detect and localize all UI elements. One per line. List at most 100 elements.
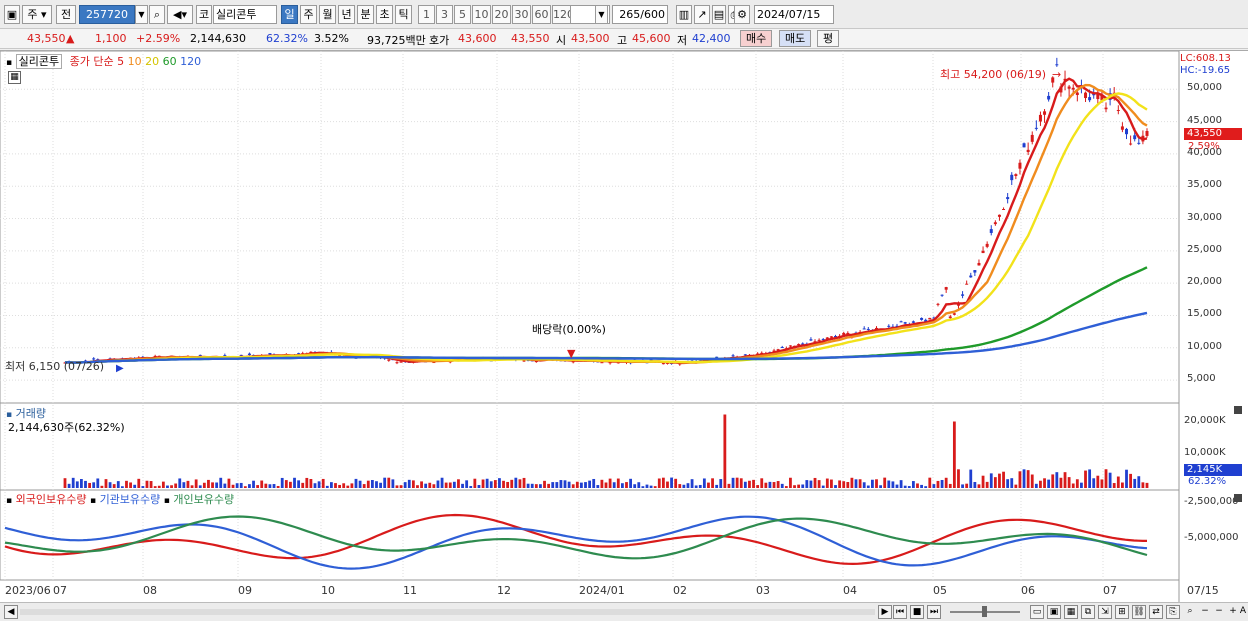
chart-area[interactable]: → ▼ ▶ ▪ 실리콘투 종가 단순 5 10 20 60 120 ▦ LC:608…	[0, 50, 1248, 603]
date-label-10: 04	[843, 584, 857, 597]
volume-bar	[1010, 478, 1014, 488]
candle-body	[989, 229, 993, 233]
zoom-reset-icon[interactable]: −	[1212, 605, 1226, 619]
view-overlay-icon[interactable]: ⊞	[1115, 605, 1129, 619]
volume-bar	[1096, 475, 1100, 488]
price-tick-6: 20,000	[1187, 276, 1222, 288]
volume-bar	[100, 485, 104, 488]
code-dropdown-icon[interactable]: ▼	[135, 5, 148, 24]
holding-close-icon[interactable]	[1234, 494, 1242, 502]
interval-tab-3[interactable]: 10	[472, 5, 491, 24]
volume-bar	[756, 485, 760, 488]
view-sync-icon[interactable]: ⇄	[1149, 605, 1163, 619]
period-tab-6[interactable]: 틱	[395, 5, 412, 24]
view-scale-icon[interactable]: ⇲	[1098, 605, 1112, 619]
interval-tab-4[interactable]: 20	[492, 5, 511, 24]
volume-bar	[977, 484, 981, 488]
save-icon[interactable]: ▤	[712, 5, 726, 24]
interval-tab-0[interactable]: 1	[418, 5, 435, 24]
stock-code-input[interactable]: 257720	[79, 5, 135, 24]
date-label-3: 09	[238, 584, 252, 597]
period-tab-4[interactable]: 분	[357, 5, 374, 24]
view-compare-icon[interactable]: ⧉	[1081, 605, 1095, 619]
volume-bar	[407, 479, 411, 488]
zoom-search-icon[interactable]: ⌕	[1183, 605, 1197, 619]
stock-name-tag[interactable]: 실리콘투	[15, 54, 63, 69]
volume-bar	[961, 484, 964, 488]
stop-icon[interactable]: ■	[910, 605, 924, 619]
scroll-left-icon[interactable]: ◀	[4, 605, 18, 619]
interval-tab-1[interactable]: 3	[436, 5, 453, 24]
view-link-icon[interactable]: ⛓	[1132, 605, 1146, 619]
settings-icon[interactable]: ⚙	[734, 5, 750, 24]
evaluate-button[interactable]: 평	[817, 30, 840, 47]
scroll-track[interactable]	[20, 609, 875, 615]
volume-close-icon[interactable]	[1234, 406, 1242, 414]
volume-bar	[108, 482, 112, 488]
search-icon[interactable]: ⌕	[149, 5, 165, 24]
prev-button[interactable]: 전	[56, 5, 76, 24]
volume-bar	[1071, 483, 1075, 488]
candle-body	[1043, 111, 1047, 115]
volume-value-label: 2,144,630주(62.32%)	[8, 421, 125, 434]
buy-button[interactable]: 매수	[740, 30, 773, 47]
forward-icon[interactable]: ⏭	[927, 605, 941, 619]
volume-bar	[957, 469, 960, 488]
volume-bar	[604, 482, 608, 488]
interval-tab-6[interactable]: 60	[532, 5, 551, 24]
high-price: 45,600	[632, 32, 671, 45]
count-field[interactable]: 265/600	[612, 5, 668, 24]
layout-icon[interactable]: ▣	[4, 5, 20, 24]
market-select[interactable]: 주 ▾	[22, 5, 52, 24]
period-tab-5[interactable]: 초	[376, 5, 393, 24]
volume-bar	[313, 483, 317, 488]
view-split-icon[interactable]: ▭	[1030, 605, 1044, 619]
interval-tab-2[interactable]: 5	[454, 5, 471, 24]
volume-bar	[112, 484, 116, 488]
candle-body	[788, 345, 792, 347]
candle-body	[981, 250, 985, 254]
speaker-icon[interactable]: ◀▾	[167, 5, 193, 24]
zoom-out-icon[interactable]: −	[1198, 605, 1212, 619]
sell-button[interactable]: 매도	[779, 30, 812, 47]
line-tool-icon[interactable]: ↗	[694, 5, 710, 24]
volume-bar	[350, 483, 354, 488]
price-panel-header: ▪ 실리콘투 종가 단순 5 10 20 60 120	[6, 53, 201, 69]
interval-dropdown-icon[interactable]: ▼	[595, 5, 608, 24]
chart-canvas[interactable]: → ▼ ▶	[0, 51, 1248, 603]
rewind-icon[interactable]: ⏮	[893, 605, 907, 619]
stock-name-field[interactable]: 실리콘투	[213, 5, 277, 24]
volume-bar	[846, 482, 850, 488]
volume-bar	[731, 477, 735, 488]
view-export-icon[interactable]: ⎘	[1166, 605, 1180, 619]
volume-bar	[284, 480, 288, 488]
candle-icon[interactable]: ▥	[676, 5, 692, 24]
candle-body	[829, 336, 833, 338]
view-multi-icon[interactable]: ▣	[1047, 605, 1061, 619]
volume-bar	[723, 414, 727, 488]
period-tab-3[interactable]: 년	[338, 5, 355, 24]
volume-bar	[489, 481, 493, 488]
period-tab-2[interactable]: 월	[319, 5, 336, 24]
view-grid-icon[interactable]: ▦	[1064, 605, 1078, 619]
candle-body	[1125, 128, 1129, 135]
interval-tab-5[interactable]: 30	[512, 5, 531, 24]
volume-bar	[551, 482, 555, 488]
period-tab-0[interactable]: 일	[281, 5, 298, 24]
auto-scale-icon[interactable]: A	[1238, 605, 1248, 619]
table-view-icon[interactable]: ▦	[8, 71, 21, 84]
volume-bar	[657, 478, 661, 488]
date-field[interactable]: 2024/07/15	[754, 5, 834, 24]
type-label[interactable]: 코	[196, 5, 212, 24]
bid-price: 43,550	[511, 32, 550, 45]
volume-tag: 2,145K	[1184, 464, 1242, 476]
zoom-handle[interactable]	[982, 606, 987, 617]
volume-bar	[178, 478, 182, 488]
scroll-right-icon[interactable]: ▶	[878, 605, 892, 619]
period-tab-1[interactable]: 주	[300, 5, 317, 24]
volume-bar	[739, 478, 743, 488]
volume-bar	[948, 483, 952, 488]
volume-bar	[760, 478, 764, 488]
volume-bar	[871, 479, 874, 488]
up-arrow-icon: ▲	[66, 32, 75, 45]
